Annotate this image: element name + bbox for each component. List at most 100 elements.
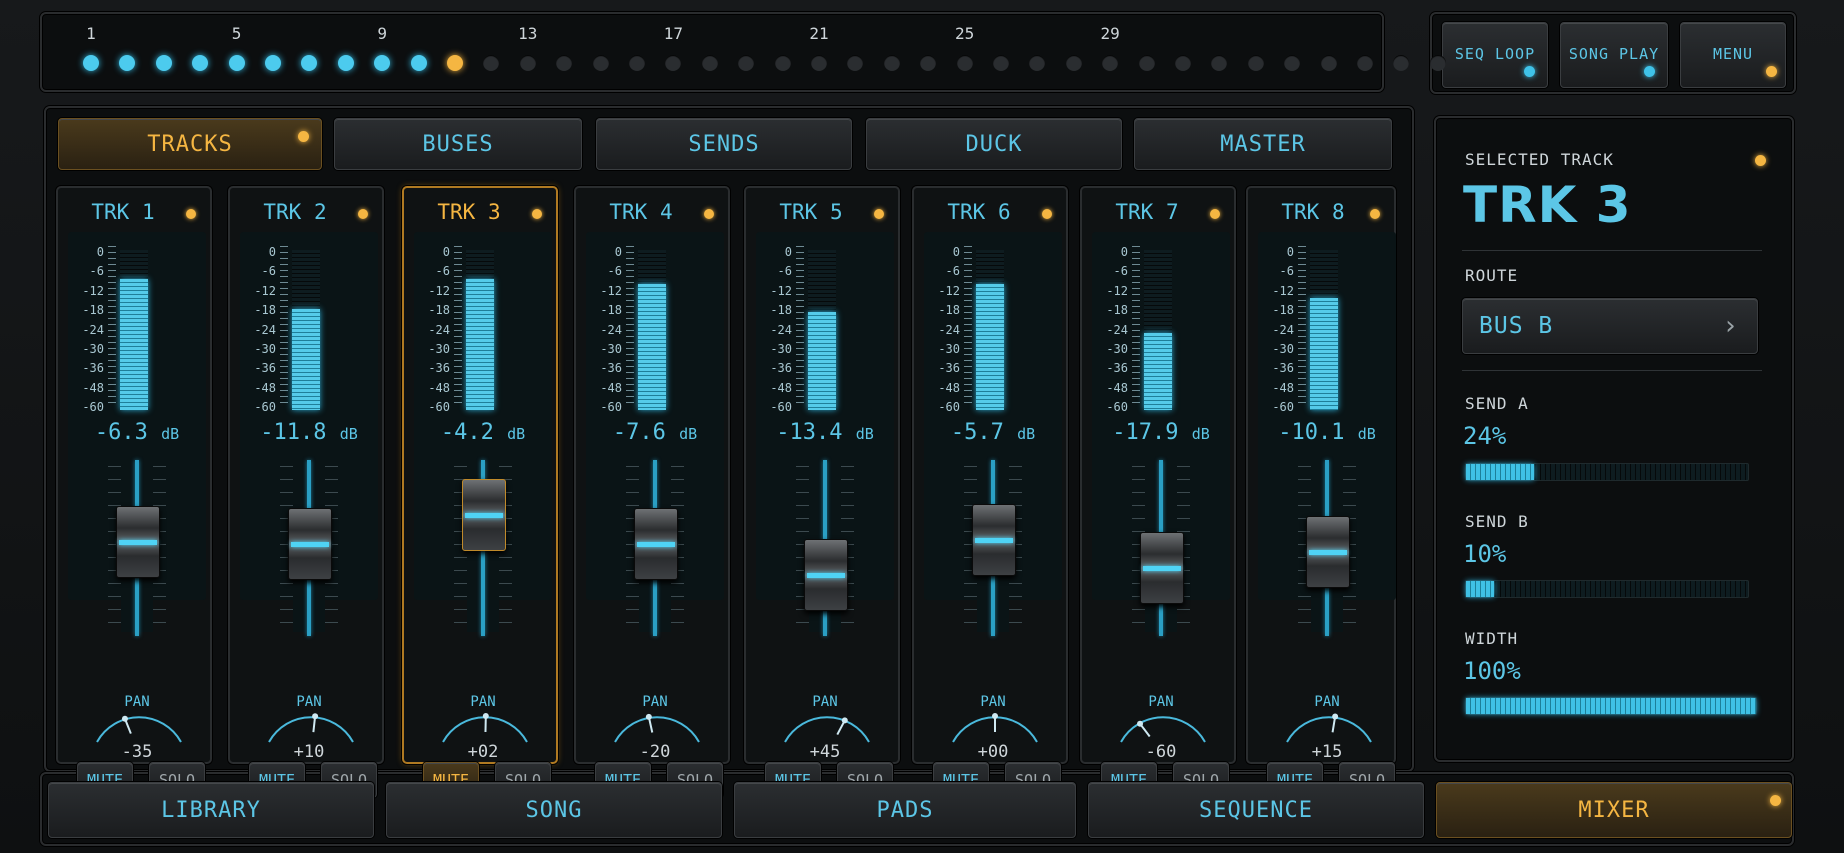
pan-knob[interactable] — [1283, 710, 1375, 744]
step-led[interactable] — [1065, 55, 1082, 71]
level-meter — [976, 250, 1004, 410]
send-b-value: 10% — [1463, 540, 1507, 568]
volume-fader[interactable] — [1258, 460, 1396, 640]
step-led[interactable] — [519, 55, 536, 71]
fader-cap[interactable] — [116, 505, 160, 578]
channel-strip[interactable]: TRK 6 0 -6 -12 -18 -24 -30 -36 -48 -60 -5.7 dB PAN +… — [912, 186, 1068, 798]
pan-pointer-dot — [482, 713, 489, 720]
scale-tick-label: -12 — [770, 283, 792, 298]
step-led[interactable] — [592, 55, 609, 71]
channel-strip[interactable]: TRK 8 0 -6 -12 -18 -24 -30 -36 -48 -60 -10.1 dB PAN… — [1246, 186, 1396, 798]
level-meter — [120, 250, 148, 410]
nav-mixer[interactable]: MIXER — [1436, 782, 1792, 838]
step-led[interactable] — [1393, 55, 1410, 71]
tab-master[interactable]: MASTER — [1134, 118, 1392, 170]
step-led[interactable] — [1247, 55, 1264, 71]
width-slider[interactable] — [1465, 697, 1757, 715]
seq-loop-button[interactable]: SEQ LOOP — [1442, 22, 1548, 88]
menu-button[interactable]: MENU — [1680, 22, 1786, 88]
scale-tick-label: -36 — [1272, 361, 1294, 376]
channel-strip[interactable]: TRK 1 0 -6 -12 -18 -24 -30 -36 -48 -60 -6.3 dB PAN -… — [56, 186, 212, 798]
level-db-value: -4.2 — [440, 420, 508, 445]
volume-fader[interactable] — [1092, 460, 1230, 640]
step-led[interactable] — [228, 55, 245, 71]
tab-tracks[interactable]: TRACKS — [58, 118, 322, 170]
step-led[interactable] — [447, 55, 463, 71]
channel-strip[interactable]: TRK 5 0 -6 -12 -18 -24 -30 -36 -48 -60 -13.4 dB PAN… — [744, 186, 900, 798]
fader-cap[interactable] — [1140, 531, 1184, 604]
fader-cap[interactable] — [288, 507, 332, 580]
fader-cap[interactable] — [804, 539, 848, 612]
scale-tick-label: -12 — [254, 283, 276, 298]
send-a-value: 24% — [1463, 422, 1507, 450]
volume-fader[interactable] — [756, 460, 894, 640]
step-led[interactable] — [410, 55, 427, 71]
tab-duck[interactable]: DUCK — [866, 118, 1122, 170]
step-led[interactable] — [1175, 55, 1191, 71]
volume-fader[interactable] — [414, 460, 552, 640]
step-led[interactable] — [337, 55, 354, 71]
step-led[interactable] — [774, 55, 791, 71]
fader-cap-indicator — [807, 573, 845, 579]
pan-knob[interactable] — [1117, 710, 1209, 744]
pan-arc — [268, 716, 354, 743]
step-led[interactable] — [811, 55, 827, 71]
tab-buses[interactable]: BUSES — [334, 118, 582, 170]
meter-box: 0 -6 -12 -18 -24 -30 -36 -48 -60 -13.4 dB PAN +45 MU… — [756, 232, 894, 798]
scale-tick-label: -48 — [1272, 380, 1294, 395]
level-meter-fill — [120, 278, 148, 410]
volume-fader[interactable] — [68, 460, 206, 640]
step-led[interactable] — [701, 55, 718, 71]
fader-cap[interactable] — [462, 478, 506, 551]
step-led[interactable] — [1357, 55, 1373, 71]
send-a-slider[interactable] — [1465, 463, 1749, 481]
track-name: TRK 1 — [91, 200, 155, 224]
send-b-slider[interactable] — [1465, 580, 1749, 598]
nav-sequence[interactable]: SEQUENCE — [1088, 782, 1424, 838]
scale-tick-label: -24 — [1272, 322, 1294, 337]
step-led[interactable] — [993, 55, 1009, 71]
step-led[interactable] — [883, 55, 900, 71]
step-led[interactable] — [1429, 55, 1446, 71]
nav-active-led — [1770, 795, 1781, 806]
scale-tick-label: -30 — [1106, 341, 1128, 356]
pan-knob[interactable] — [265, 710, 357, 744]
scale-tick-label: -6 — [1279, 264, 1294, 279]
song-play-button[interactable]: SONG PLAY — [1560, 22, 1668, 88]
level-readout: -7.6 dB — [586, 420, 724, 445]
step-led[interactable] — [629, 55, 645, 71]
meter-scale: 0 -6 -12 -18 -24 -30 -36 -48 -60 — [70, 246, 104, 421]
track-name: TRK 7 — [1115, 200, 1179, 224]
track-name: TRK 3 — [437, 200, 501, 224]
channel-strip[interactable]: TRK 3 0 -6 -12 -18 -24 -30 -36 -48 -60 -4.2 dB PAN +… — [402, 186, 558, 798]
pan-label: PAN — [124, 694, 150, 710]
pan-knob[interactable] — [781, 710, 873, 744]
scale-tick-label: 0 — [784, 245, 792, 259]
level-meter-fill — [638, 283, 666, 410]
volume-fader[interactable] — [924, 460, 1062, 640]
volume-fader[interactable] — [240, 460, 378, 640]
nav-song[interactable]: SONG — [386, 782, 722, 838]
pan-knob[interactable] — [93, 710, 185, 744]
fader-cap[interactable] — [972, 503, 1016, 576]
channel-strip[interactable]: TRK 4 0 -6 -12 -18 -24 -30 -36 -48 -60 -7.6 dB PAN -… — [574, 186, 730, 798]
channel-strip[interactable]: TRK 7 0 -6 -12 -18 -24 -30 -36 -48 -60 -17.9 dB PAN… — [1080, 186, 1236, 798]
pan-knob[interactable] — [949, 710, 1041, 744]
channel-strip[interactable]: TRK 2 0 -6 -12 -18 -24 -30 -36 -48 -60 -11.8 dB PAN… — [228, 186, 384, 798]
pan-knob[interactable] — [611, 710, 703, 744]
tab-sends[interactable]: SENDS — [596, 118, 852, 170]
step-led[interactable] — [83, 55, 99, 71]
route-select[interactable]: BUS B › — [1462, 298, 1758, 354]
tab-label: MASTER — [1220, 131, 1306, 157]
step-led[interactable] — [956, 55, 973, 71]
nav-pads[interactable]: PADS — [734, 782, 1076, 838]
nav-library[interactable]: LIBRARY — [48, 782, 374, 838]
step-led[interactable] — [265, 55, 281, 71]
pan-knob[interactable] — [439, 710, 531, 744]
step-led[interactable] — [155, 55, 172, 71]
fader-cap[interactable] — [634, 507, 678, 580]
step-led[interactable] — [1320, 55, 1337, 71]
step-led[interactable] — [1138, 55, 1155, 71]
volume-fader[interactable] — [586, 460, 724, 640]
fader-cap[interactable] — [1306, 516, 1350, 589]
